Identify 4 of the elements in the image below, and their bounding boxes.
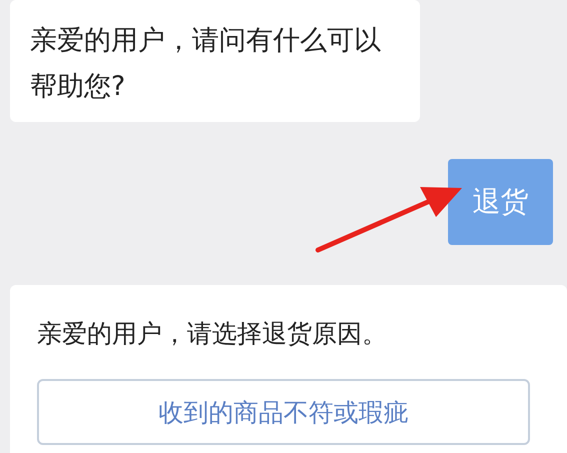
message-text: 亲爱的用户，请问有什么可以帮助您? [30, 24, 382, 104]
message-text: 亲爱的用户，请选择退货原因。 [37, 318, 388, 350]
message-text: 退货 [472, 184, 528, 220]
reason-option-button[interactable]: 收到的商品不符或瑕疵 [37, 379, 530, 445]
